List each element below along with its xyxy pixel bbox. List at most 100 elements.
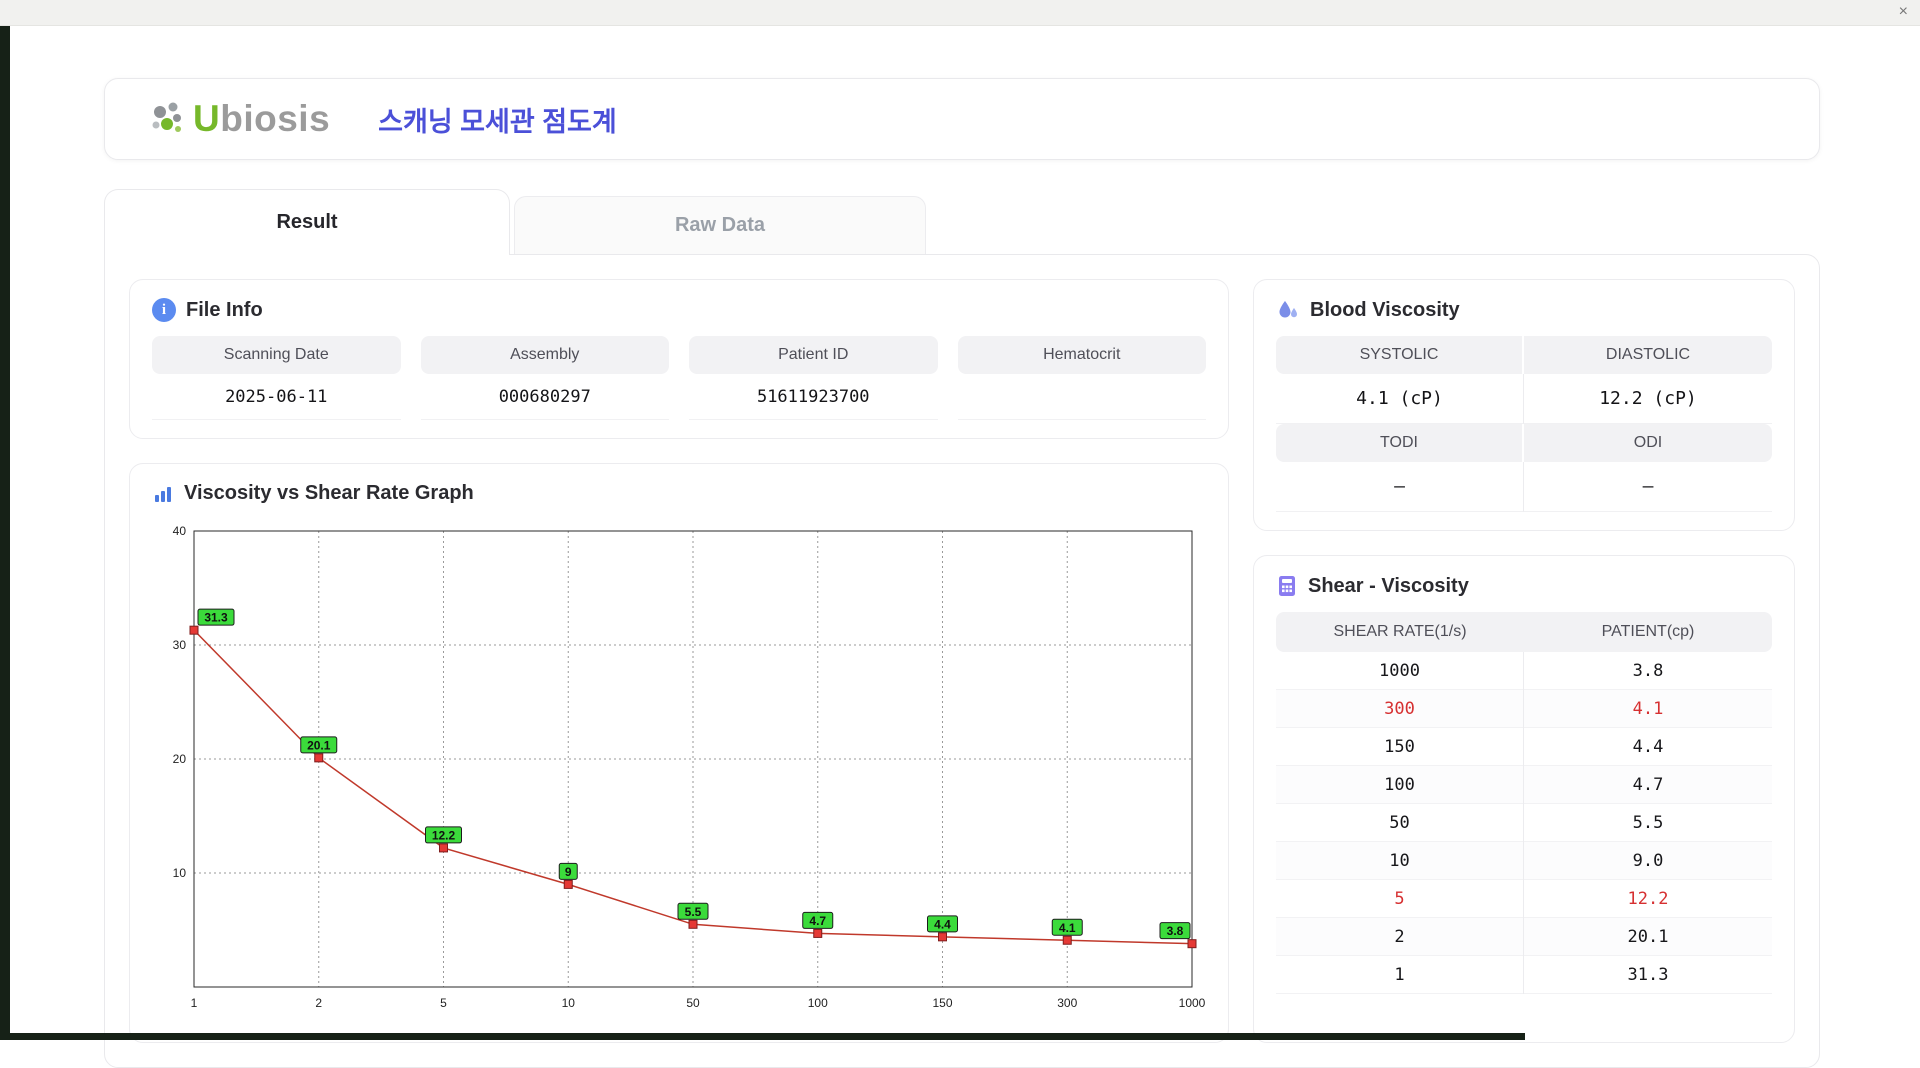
- svg-text:100: 100: [808, 996, 828, 1010]
- close-icon[interactable]: ×: [1899, 2, 1908, 22]
- shear-rate-cell: 150: [1276, 728, 1524, 766]
- table-row: 150 4.4: [1276, 728, 1772, 766]
- page-title: 스캐닝 모세관 점도계: [378, 100, 617, 139]
- svg-text:9: 9: [565, 865, 572, 879]
- tab-bar: Result Raw Data: [104, 188, 1820, 254]
- patient-cell: 20.1: [1524, 918, 1772, 956]
- table-row: 2 20.1: [1276, 918, 1772, 956]
- col-patient: PATIENT(cp): [1524, 612, 1772, 652]
- patient-cell: 3.8: [1524, 652, 1772, 690]
- odi-header: ODI: [1524, 424, 1772, 462]
- field-assembly: Assembly 000680297: [421, 336, 670, 420]
- field-scanning-date: Scanning Date 2025-06-11: [152, 336, 401, 420]
- table-row: 5 12.2: [1276, 880, 1772, 918]
- patient-cell: 4.4: [1524, 728, 1772, 766]
- odi-value: –: [1524, 462, 1772, 512]
- file-info-card: i File Info Scanning Date 2025-06-11 Ass…: [129, 279, 1229, 439]
- systolic-value: 4.1 (cP): [1276, 374, 1524, 424]
- todi-header: TODI: [1276, 424, 1524, 462]
- svg-text:1000: 1000: [1179, 996, 1206, 1010]
- blood-viscosity-title: Blood Viscosity: [1310, 299, 1460, 322]
- brand-name: Ubiosis: [193, 98, 330, 140]
- ubiosis-logo: Ubiosis: [147, 98, 330, 140]
- shear-rate-cell: 50: [1276, 804, 1524, 842]
- field-hematocrit: Hematocrit: [958, 336, 1207, 420]
- shear-rate-cell: 100: [1276, 766, 1524, 804]
- patient-id-label: Patient ID: [689, 336, 938, 374]
- assembly-label: Assembly: [421, 336, 670, 374]
- file-info-header: i File Info: [152, 298, 1206, 322]
- svg-text:10: 10: [562, 996, 576, 1010]
- tab-result[interactable]: Result: [104, 189, 510, 255]
- col-shear-rate: SHEAR RATE(1/s): [1276, 612, 1524, 652]
- patient-cell: 4.1: [1524, 690, 1772, 728]
- svg-text:40: 40: [173, 524, 187, 538]
- hematocrit-value: [958, 374, 1207, 420]
- svg-text:5.5: 5.5: [685, 905, 702, 919]
- table-row: 100 4.7: [1276, 766, 1772, 804]
- scanning-date-label: Scanning Date: [152, 336, 401, 374]
- table-header-row: SHEAR RATE(1/s) PATIENT(cp): [1276, 612, 1772, 652]
- shear-rate-cell: 1000: [1276, 652, 1524, 690]
- tab-raw-data[interactable]: Raw Data: [514, 196, 926, 254]
- svg-text:150: 150: [932, 996, 952, 1010]
- patient-id-value: 51611923700: [689, 374, 938, 420]
- file-info-title: File Info: [186, 299, 263, 322]
- result-panel: i File Info Scanning Date 2025-06-11 Ass…: [104, 254, 1820, 1068]
- viscosity-chart: 102030401251050100150300100031.320.112.2…: [152, 519, 1208, 1019]
- hematocrit-label: Hematocrit: [958, 336, 1207, 374]
- info-icon: i: [152, 298, 176, 322]
- brand-u: U: [193, 98, 220, 139]
- table-row: 1000 3.8: [1276, 652, 1772, 690]
- svg-text:3.8: 3.8: [1167, 924, 1184, 938]
- systolic-header: SYSTOLIC: [1276, 336, 1524, 374]
- app-header: Ubiosis 스캐닝 모세관 점도계: [104, 78, 1820, 160]
- desktop-edge-left: [0, 26, 10, 1040]
- right-column: Blood Viscosity SYSTOLIC DIASTOLIC 4.1 (…: [1253, 279, 1795, 1043]
- patient-cell: 4.7: [1524, 766, 1772, 804]
- window-title-bar: ×: [0, 0, 1920, 26]
- svg-text:20: 20: [173, 752, 187, 766]
- blood-viscosity-header: Blood Viscosity: [1276, 298, 1772, 322]
- graph-card: Viscosity vs Shear Rate Graph 10 20 30 40 1 2…: [129, 463, 1229, 1043]
- svg-text:10: 10: [173, 866, 187, 880]
- svg-text:4.7: 4.7: [809, 914, 826, 928]
- svg-text:30: 30: [173, 638, 187, 652]
- svg-text:31.3: 31.3: [204, 611, 228, 625]
- table-icon: [1276, 574, 1298, 598]
- shear-viscosity-table: SHEAR RATE(1/s) PATIENT(cp) 1000 3.8 300…: [1276, 612, 1772, 994]
- blood-viscosity-grid: SYSTOLIC DIASTOLIC 4.1 (cP) 12.2 (cP) TO…: [1276, 336, 1772, 512]
- table-row: 300 4.1: [1276, 690, 1772, 728]
- svg-text:1: 1: [191, 996, 198, 1010]
- shear-rate-cell: 2: [1276, 918, 1524, 956]
- bar-chart-icon: [152, 483, 174, 505]
- field-patient-id: Patient ID 51611923700: [689, 336, 938, 420]
- patient-cell: 12.2: [1524, 880, 1772, 918]
- svg-text:2: 2: [315, 996, 322, 1010]
- shear-rate-cell: 1: [1276, 956, 1524, 994]
- graph-title: Viscosity vs Shear Rate Graph: [184, 482, 474, 505]
- left-column: i File Info Scanning Date 2025-06-11 Ass…: [129, 279, 1229, 1043]
- todi-value: –: [1276, 462, 1524, 512]
- droplet-icon: [1276, 298, 1300, 322]
- graph-header: Viscosity vs Shear Rate Graph: [152, 482, 1206, 505]
- table-row: 1 31.3: [1276, 956, 1772, 994]
- shear-viscosity-header: Shear - Viscosity: [1276, 574, 1772, 598]
- svg-text:50: 50: [686, 996, 700, 1010]
- table-row: 50 5.5: [1276, 804, 1772, 842]
- svg-text:4.1: 4.1: [1059, 921, 1076, 935]
- table-row: 10 9.0: [1276, 842, 1772, 880]
- diastolic-header: DIASTOLIC: [1524, 336, 1772, 374]
- svg-text:20.1: 20.1: [307, 738, 331, 752]
- svg-text:4.4: 4.4: [934, 917, 951, 931]
- patient-cell: 5.5: [1524, 804, 1772, 842]
- patient-cell: 9.0: [1524, 842, 1772, 880]
- shear-rate-cell: 300: [1276, 690, 1524, 728]
- brand-rest: biosis: [220, 98, 330, 139]
- svg-text:300: 300: [1057, 996, 1077, 1010]
- file-info-fields: Scanning Date 2025-06-11 Assembly 000680…: [152, 336, 1206, 420]
- app-window: Ubiosis 스캐닝 모세관 점도계 Result Raw Data i Fi…: [104, 78, 1820, 1068]
- shear-rate-cell: 10: [1276, 842, 1524, 880]
- diastolic-value: 12.2 (cP): [1524, 374, 1772, 424]
- logo-dots-icon: [147, 98, 189, 140]
